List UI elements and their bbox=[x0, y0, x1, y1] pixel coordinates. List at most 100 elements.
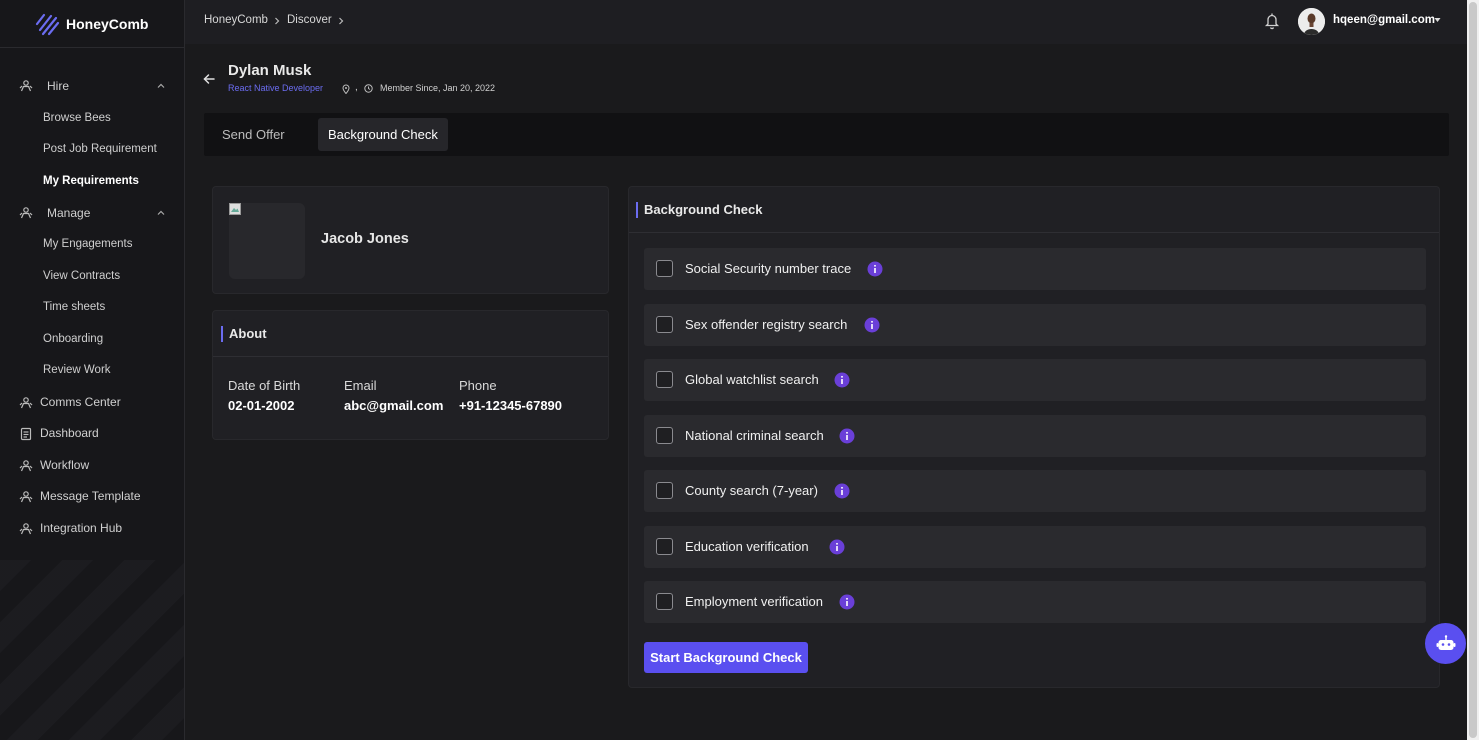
info-icon[interactable] bbox=[839, 428, 855, 444]
checkbox[interactable] bbox=[656, 316, 673, 333]
sidebar-item-dashboard[interactable]: Dashboard bbox=[0, 422, 184, 446]
app-name: HoneyComb bbox=[66, 16, 149, 32]
member-since: Member Since, Jan 20, 2022 bbox=[380, 83, 496, 93]
email-value: abc@gmail.com bbox=[344, 398, 444, 413]
tab-bar: Send Offer Background Check bbox=[204, 113, 1449, 156]
checkbox[interactable] bbox=[656, 482, 673, 499]
sidebar-item-label: Dashboard bbox=[40, 426, 99, 440]
start-background-check-button[interactable]: Start Background Check bbox=[644, 642, 808, 673]
sidebar-item-my-requirements[interactable]: My Requirements bbox=[43, 171, 139, 191]
checkbox[interactable] bbox=[656, 538, 673, 555]
sidebar-item-view-contracts[interactable]: View Contracts bbox=[43, 266, 120, 286]
sidebar-item-workflow[interactable]: Workflow bbox=[0, 454, 184, 478]
sidebar-item-message-template[interactable]: Message Template bbox=[0, 485, 184, 509]
document-icon bbox=[20, 427, 32, 441]
honeycomb-logo-icon bbox=[35, 13, 60, 36]
info-icon[interactable] bbox=[829, 539, 845, 555]
about-header: About bbox=[213, 311, 608, 357]
check-row-ssn-trace[interactable]: Social Security number trace bbox=[644, 248, 1426, 290]
sidebar-divider bbox=[0, 47, 184, 48]
checkbox[interactable] bbox=[656, 593, 673, 610]
check-label: County search (7-year) bbox=[685, 483, 818, 498]
tab-send-offer[interactable]: Send Offer bbox=[212, 118, 295, 151]
check-row-education[interactable]: Education verification bbox=[644, 526, 1426, 568]
checkbox[interactable] bbox=[656, 260, 673, 277]
check-row-employment[interactable]: Employment verification bbox=[644, 581, 1426, 623]
info-icon[interactable] bbox=[839, 594, 855, 610]
user-email[interactable]: hqeen@gmail.com bbox=[1333, 14, 1435, 26]
sidebar-item-label: Comms Center bbox=[40, 395, 121, 409]
sidebar-decoration bbox=[0, 560, 184, 740]
check-label: National criminal search bbox=[685, 428, 824, 443]
people-icon bbox=[19, 207, 33, 219]
sidebar-item-comms-center[interactable]: Comms Center bbox=[0, 391, 184, 415]
candidate-card: Jacob Jones bbox=[212, 186, 609, 294]
sidebar-item-browse-bees[interactable]: Browse Bees bbox=[43, 108, 111, 128]
email-label: Email bbox=[344, 378, 377, 393]
sidebar-item-post-job-requirement[interactable]: Post Job Requirement bbox=[43, 139, 157, 159]
check-row-county-search[interactable]: County search (7-year) bbox=[644, 470, 1426, 512]
sidebar-item-my-engagements[interactable]: My Engagements bbox=[43, 234, 133, 254]
sidebar-item-time-sheets[interactable]: Time sheets bbox=[43, 297, 105, 317]
sidebar-item-integration-hub[interactable]: Integration Hub bbox=[0, 517, 184, 541]
sidebar-item-review-work[interactable]: Review Work bbox=[43, 360, 111, 380]
about-title: About bbox=[229, 326, 267, 341]
avatar[interactable] bbox=[1298, 8, 1325, 35]
scrollbar-thumb[interactable] bbox=[1469, 2, 1477, 738]
back-arrow-icon[interactable] bbox=[202, 72, 216, 86]
clock-icon bbox=[364, 84, 373, 93]
location-pin-icon bbox=[342, 84, 350, 94]
info-icon[interactable] bbox=[867, 261, 883, 277]
section-accent-bar bbox=[636, 202, 638, 218]
bell-icon[interactable] bbox=[1264, 12, 1280, 30]
check-label: Sex offender registry search bbox=[685, 317, 848, 332]
about-card: About Date of Birth 02-01-2002 Email abc… bbox=[212, 310, 609, 440]
user-avatar-icon bbox=[1298, 8, 1325, 35]
check-row-national-criminal[interactable]: National criminal search bbox=[644, 415, 1426, 457]
people-icon bbox=[19, 397, 33, 409]
chevron-right-icon bbox=[275, 17, 280, 25]
app-logo[interactable]: HoneyComb bbox=[34, 10, 148, 38]
dob-label: Date of Birth bbox=[228, 378, 301, 393]
info-icon[interactable] bbox=[834, 372, 850, 388]
background-check-header: Background Check bbox=[629, 187, 1439, 233]
chevron-right-icon bbox=[339, 17, 344, 25]
phone-value: +91-12345-67890 bbox=[459, 398, 563, 413]
phone-label: Phone bbox=[459, 378, 497, 393]
profile-role[interactable]: React Native Developer bbox=[228, 83, 323, 93]
sidebar: HoneyComb Hire Browse Bees Post Job Requ… bbox=[0, 0, 185, 740]
candidate-name: Jacob Jones bbox=[321, 231, 409, 247]
caret-down-icon[interactable] bbox=[1434, 17, 1441, 23]
sidebar-item-onboarding[interactable]: Onboarding bbox=[43, 329, 103, 349]
info-icon[interactable] bbox=[834, 483, 850, 499]
sidebar-item-label: Message Template bbox=[40, 489, 141, 503]
breadcrumb-discover[interactable]: Discover bbox=[287, 14, 332, 26]
check-label: Employment verification bbox=[685, 594, 823, 609]
profile-name: Dylan Musk bbox=[228, 62, 312, 79]
checkbox[interactable] bbox=[656, 371, 673, 388]
chevron-up-icon[interactable] bbox=[156, 81, 166, 91]
check-label: Global watchlist search bbox=[685, 372, 819, 387]
nav-group-hire[interactable]: Hire bbox=[0, 72, 184, 100]
nav-group-label: Hire bbox=[47, 79, 70, 93]
check-label: Social Security number trace bbox=[685, 261, 852, 276]
check-label: Education verification bbox=[685, 539, 809, 554]
chevron-up-icon[interactable] bbox=[156, 208, 166, 218]
people-icon bbox=[19, 80, 33, 92]
dob-value: 02-01-2002 bbox=[228, 398, 295, 413]
people-icon bbox=[19, 523, 33, 535]
chat-bot-button[interactable] bbox=[1425, 623, 1466, 664]
nav-group-label: Manage bbox=[47, 206, 91, 220]
check-row-sex-offender[interactable]: Sex offender registry search bbox=[644, 304, 1426, 346]
sidebar-item-label: Workflow bbox=[40, 458, 90, 472]
info-icon[interactable] bbox=[864, 317, 880, 333]
background-check-title: Background Check bbox=[644, 202, 763, 217]
section-accent-bar bbox=[221, 326, 223, 342]
people-icon bbox=[19, 491, 33, 503]
check-row-global-watchlist[interactable]: Global watchlist search bbox=[644, 359, 1426, 401]
nav-group-manage[interactable]: Manage bbox=[0, 199, 184, 227]
background-check-card: Background Check Social Security number … bbox=[628, 186, 1440, 688]
checkbox[interactable] bbox=[656, 427, 673, 444]
breadcrumb-honeycomb[interactable]: HoneyComb bbox=[204, 14, 268, 26]
tab-background-check[interactable]: Background Check bbox=[318, 118, 448, 151]
